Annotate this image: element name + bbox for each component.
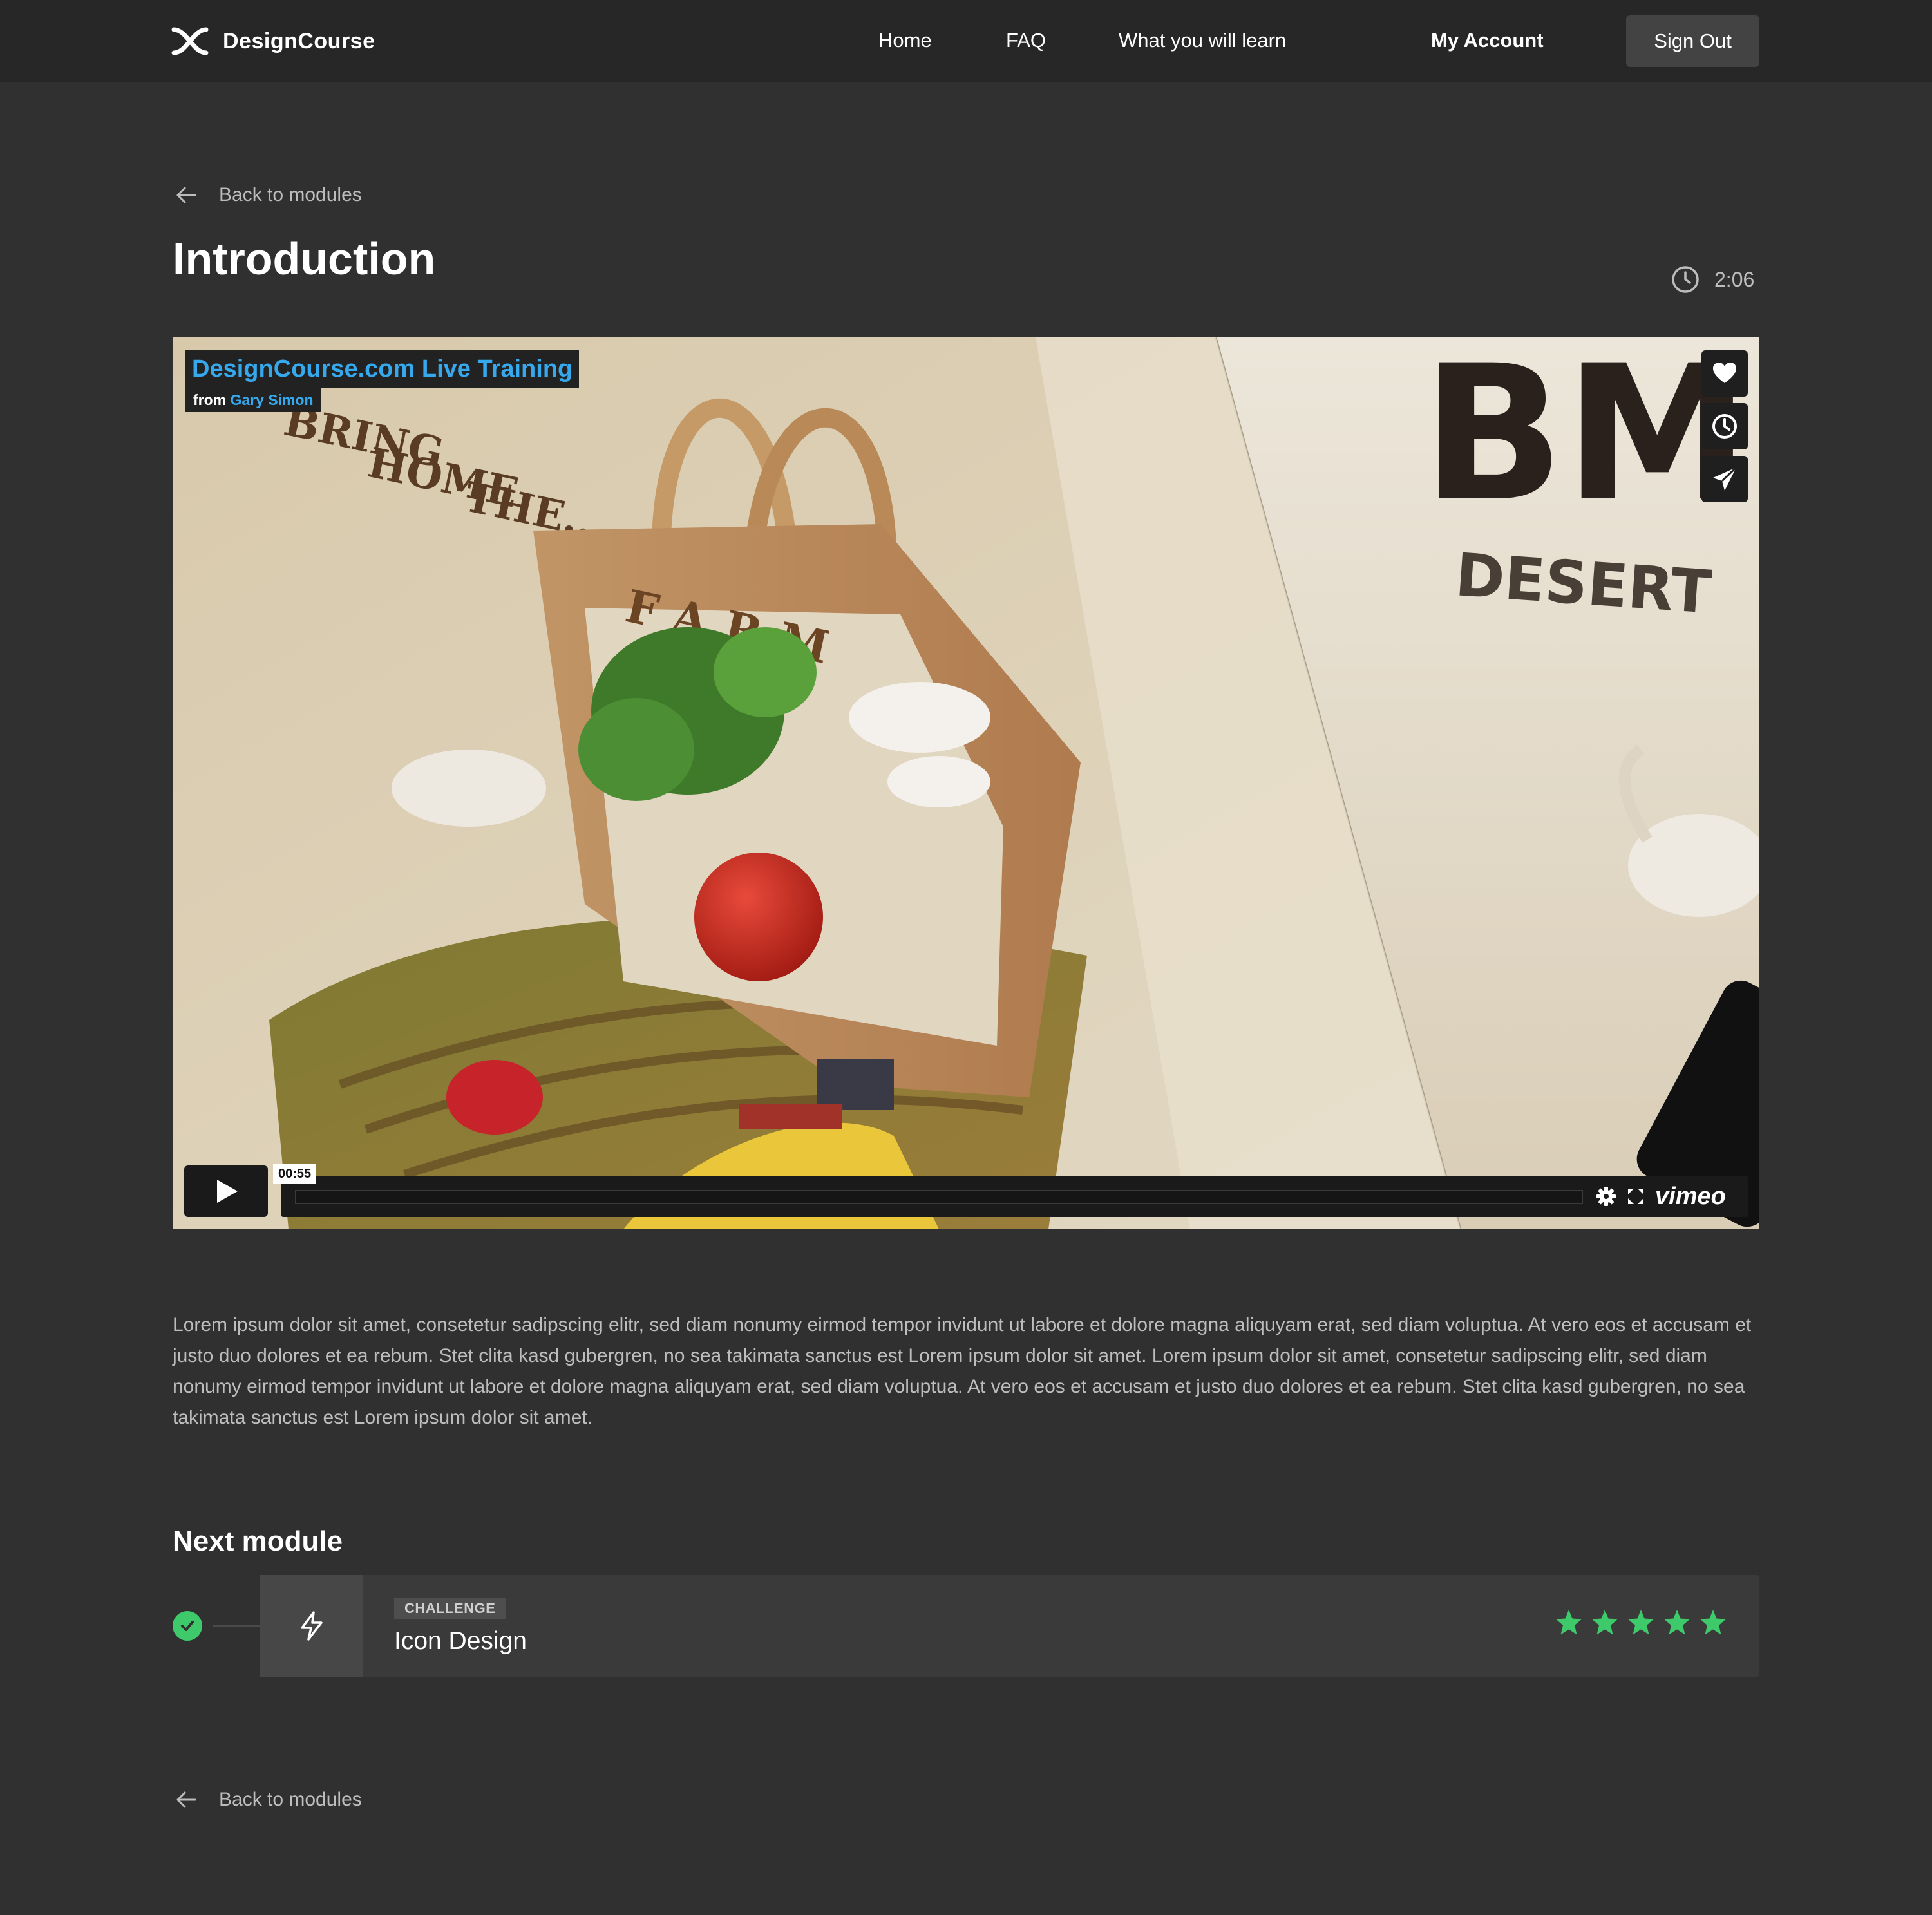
video-thumbnail-image: BRING HOME THE... FARM BM DESERT <box>173 337 1759 1229</box>
module-type-tag: CHALLENGE <box>394 1598 506 1619</box>
clock-icon <box>1672 266 1699 293</box>
play-button[interactable] <box>184 1165 268 1217</box>
brand-name: DesignCourse <box>223 28 375 53</box>
watch-later-button[interactable] <box>1701 403 1748 449</box>
arrow-left-icon <box>176 1791 196 1808</box>
star-icon <box>1700 1610 1726 1635</box>
brand[interactable]: DesignCourse <box>171 24 375 58</box>
video-progress-bar[interactable] <box>295 1190 1583 1204</box>
nav-home-link[interactable]: Home <box>878 26 932 55</box>
top-navigation-bar: DesignCourse Home FAQ What you will lear… <box>0 0 1932 82</box>
checkmark-icon <box>181 1621 194 1631</box>
completed-check-icon <box>173 1611 202 1641</box>
current-time-tooltip: 00:55 <box>273 1164 317 1184</box>
clock-icon <box>1712 414 1737 439</box>
nav-what-you-will-learn-link[interactable]: What you will learn <box>1119 26 1286 55</box>
play-icon <box>217 1180 238 1203</box>
module-icon-box <box>260 1575 363 1677</box>
designcourse-logo-icon <box>171 27 209 55</box>
vimeo-logo[interactable]: vimeo <box>1655 1182 1726 1211</box>
video-badge-from: from <box>193 391 227 408</box>
progress-connector-line <box>213 1625 260 1627</box>
star-icon <box>1628 1610 1654 1635</box>
nav-my-account-link[interactable]: My Account <box>1431 26 1544 55</box>
star-icon <box>1556 1610 1582 1635</box>
next-module-heading: Next module <box>173 1525 343 1557</box>
video-duration: 2:06 <box>1671 263 1754 296</box>
sign-out-button[interactable]: Sign Out <box>1626 15 1759 67</box>
video-title-badge[interactable]: DesignCourse.com Live Training from Gary… <box>185 350 580 412</box>
duration-text: 2:06 <box>1714 267 1755 291</box>
paper-plane-icon <box>1713 466 1738 491</box>
module-name: Icon Design <box>394 1627 527 1655</box>
star-icon <box>1592 1610 1618 1635</box>
heart-icon <box>1713 363 1736 383</box>
next-module-card[interactable]: CHALLENGE Icon Design <box>260 1575 1759 1677</box>
back-to-modules-label: Back to modules <box>219 184 362 205</box>
video-badge-byline: from Gary Simon <box>185 388 321 412</box>
share-button[interactable] <box>1701 456 1748 502</box>
back-to-modules-label: Back to modules <box>219 1789 362 1810</box>
video-badge-title[interactable]: DesignCourse.com Live Training <box>185 350 580 388</box>
video-player[interactable]: BRING HOME THE... FARM BM DESERT DesignC… <box>173 337 1759 1229</box>
nav-faq-link[interactable]: FAQ <box>1006 26 1046 55</box>
star-icon <box>1664 1610 1690 1635</box>
lightning-icon <box>301 1611 323 1641</box>
module-description: Lorem ipsum dolor sit amet, consetetur s… <box>173 1314 1752 1428</box>
video-control-bar: vimeo <box>281 1176 1748 1217</box>
back-to-modules-link-bottom[interactable]: Back to modules <box>174 1784 362 1816</box>
page-title: Introduction <box>173 234 436 284</box>
settings-gear-icon[interactable] <box>1596 1186 1616 1207</box>
arrow-left-icon <box>176 187 196 203</box>
back-to-modules-link-top[interactable]: Back to modules <box>174 179 362 211</box>
module-rating <box>1555 1608 1735 1637</box>
like-button[interactable] <box>1701 350 1748 397</box>
video-badge-author[interactable]: Gary Simon <box>231 391 314 408</box>
fullscreen-icon[interactable] <box>1627 1187 1645 1205</box>
